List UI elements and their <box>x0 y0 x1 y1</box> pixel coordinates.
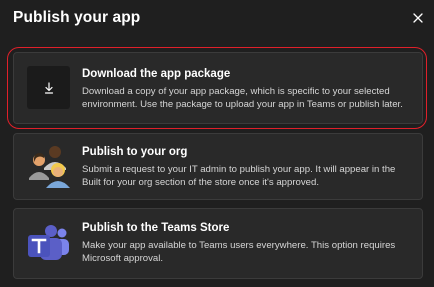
dialog-title: Publish your app <box>13 9 141 26</box>
option-description: Make your app available to Teams users e… <box>82 240 396 264</box>
option-description: Submit a request to your IT admin to pub… <box>82 164 396 188</box>
download-icon <box>44 81 53 94</box>
publish-dialog: Publish your app Download the app packag… <box>0 0 434 287</box>
close-button[interactable] <box>408 8 428 28</box>
option-publish-teams-store[interactable]: Publish to the Teams Store Make your app… <box>13 208 423 279</box>
people-icon <box>29 146 70 188</box>
close-icon <box>413 13 423 23</box>
teams-logo-icon <box>28 225 69 260</box>
option-download-app-package[interactable]: Download the app package Download a copy… <box>13 52 423 124</box>
option-title: Publish to your org <box>82 146 188 158</box>
download-icon-tile <box>27 66 70 109</box>
option-title: Publish to the Teams Store <box>82 222 230 234</box>
option-description: Download a copy of your app package, whi… <box>82 86 403 110</box>
option-title: Download the app package <box>82 68 231 80</box>
option-publish-to-org[interactable]: Publish to your org Submit a request to … <box>13 133 423 200</box>
